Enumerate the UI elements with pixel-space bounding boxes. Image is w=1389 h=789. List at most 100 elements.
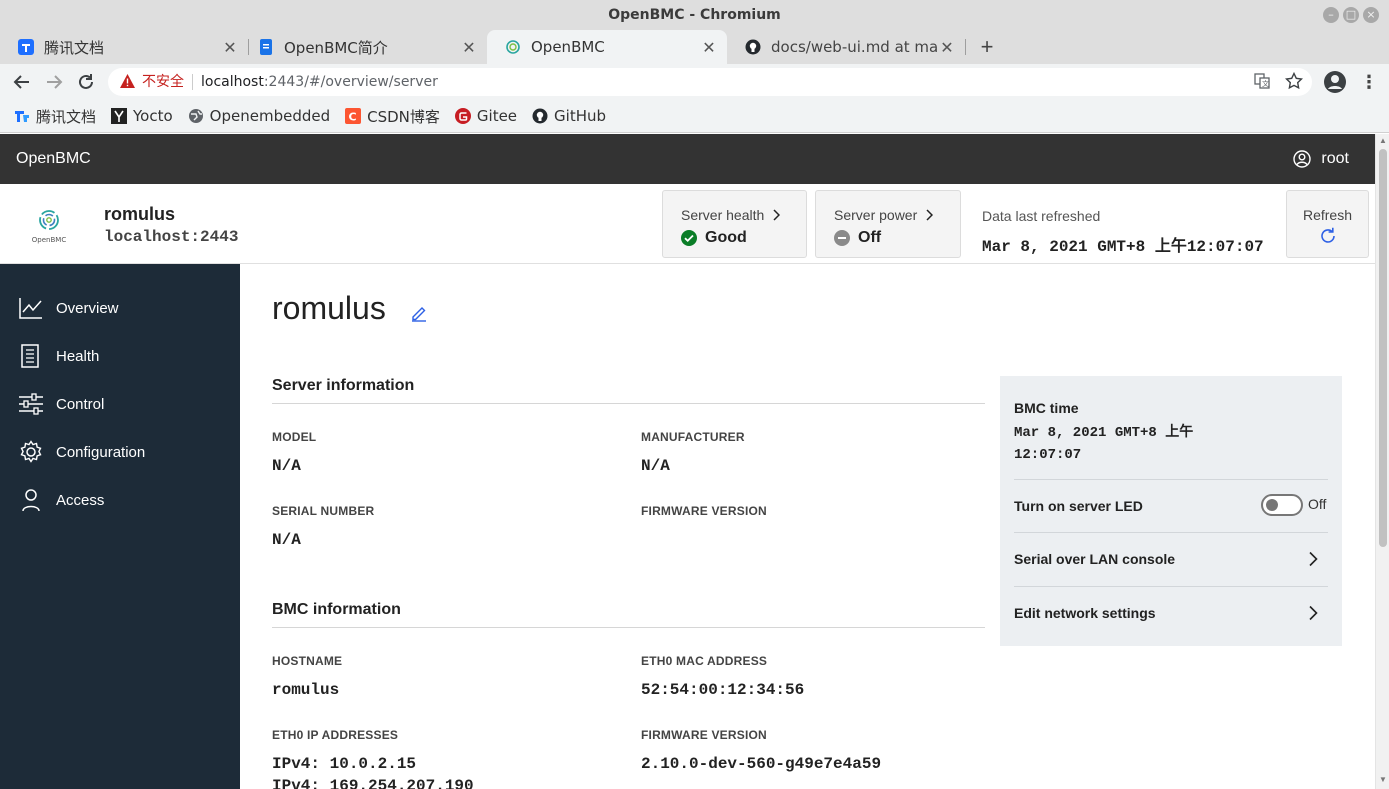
tab-openbmc-intro[interactable]: OpenBMC简介 ✕ — [240, 30, 487, 64]
user-icon — [22, 489, 40, 512]
new-tab-button[interactable]: + — [976, 30, 998, 64]
sidebar-item-label: Access — [56, 491, 105, 509]
translate-icon[interactable]: 文 — [1254, 73, 1270, 93]
user-menu[interactable]: root — [1293, 134, 1349, 184]
ip-address-value: IPv4: 10.0.2.15 — [272, 755, 417, 773]
server-info-title: Server information — [272, 377, 415, 394]
warning-icon[interactable] — [120, 74, 135, 93]
report-icon — [21, 344, 39, 368]
server-power-card[interactable]: Server power Off — [815, 190, 961, 258]
sidebar-item-overview[interactable]: Overview — [0, 284, 240, 332]
serial-number-value: N/A — [272, 531, 301, 549]
server-led-toggle[interactable] — [1261, 494, 1303, 516]
app-sidebar: Overview Health Control Configuration Ac… — [0, 264, 240, 789]
user-circle-icon — [1293, 150, 1312, 168]
tab-close-icon[interactable]: ✕ — [939, 38, 955, 57]
openbmc-logo: OpenBMC — [30, 206, 70, 246]
server-power-label: Server power — [834, 207, 918, 223]
network-settings-link[interactable]: Edit network settings — [1014, 605, 1156, 621]
security-status-label[interactable]: 不安全 — [142, 68, 184, 96]
pencil-edit-icon[interactable] — [410, 304, 428, 327]
chevron-right-icon[interactable] — [1308, 605, 1318, 621]
doc-icon — [258, 39, 274, 55]
forward-arrow-icon[interactable] — [42, 70, 66, 94]
page-title: romulus — [272, 290, 386, 326]
manufacturer-label: MANUFACTURER — [641, 430, 745, 444]
tab-openbmc[interactable]: OpenBMC ✕ — [487, 30, 727, 64]
host-address: localhost:2443 — [104, 228, 239, 246]
bookmark-gitee[interactable]: Gitee — [454, 107, 517, 125]
tab-label: OpenBMC简介 — [284, 38, 388, 57]
chart-line-icon — [19, 298, 42, 319]
minimize-button[interactable]: – — [1323, 7, 1339, 23]
sliders-icon — [19, 393, 43, 415]
bookmark-label: Yocto — [133, 107, 173, 125]
tab-close-icon[interactable]: ✕ — [461, 38, 477, 57]
bmc-firmware-label: FIRMWARE VERSION — [641, 728, 767, 742]
csdn-icon: C — [345, 108, 362, 124]
browser-menu-icon[interactable]: ⋮ — [1360, 70, 1378, 94]
refresh-button[interactable]: Refresh — [1286, 190, 1369, 258]
scrollbar-thumb[interactable] — [1379, 149, 1387, 547]
bmc-time-line: 12:07:07 — [1014, 447, 1082, 463]
bookmark-label: Openembedded — [209, 107, 331, 125]
hostname-label: HOSTNAME — [272, 654, 343, 668]
sidebar-item-label: Overview — [56, 299, 119, 317]
bookmark-star-icon[interactable] — [1284, 71, 1304, 94]
section-divider — [272, 403, 985, 404]
server-health-value: Good — [705, 229, 747, 246]
scroll-down-icon[interactable]: ▼ — [1379, 776, 1387, 784]
sidebar-item-access[interactable]: Access — [0, 476, 240, 524]
mac-address-label: ETH0 MAC ADDRESS — [641, 654, 768, 668]
chevron-right-icon[interactable] — [1308, 551, 1318, 567]
sol-console-link[interactable]: Serial over LAN console — [1014, 551, 1175, 567]
address-bar[interactable]: 不安全 localhost:2443/#/overview/server 文 — [108, 68, 1312, 96]
sidebar-item-control[interactable]: Control — [0, 380, 240, 428]
manufacturer-value: N/A — [641, 457, 670, 475]
window-titlebar: OpenBMC - Chromium – □ × — [0, 0, 1389, 30]
profile-avatar-icon[interactable] — [1323, 70, 1347, 94]
tencent-docs-icon — [14, 108, 30, 124]
page-viewport: OpenBMC root OpenBMC romulus localhost:2… — [0, 134, 1389, 789]
bookmark-yocto[interactable]: Yocto — [111, 107, 173, 125]
server-firmware-label: FIRMWARE VERSION — [641, 504, 767, 518]
bookmark-openembedded[interactable]: Openembedded — [188, 107, 330, 125]
tab-tencent-docs[interactable]: 腾讯文档 ✕ — [0, 30, 248, 64]
maximize-button[interactable]: □ — [1343, 7, 1359, 23]
browser-toolbar: 不安全 localhost:2443/#/overview/server 文 ⋮ — [0, 64, 1389, 100]
tab-close-icon[interactable]: ✕ — [701, 38, 717, 57]
svg-text:文: 文 — [1262, 79, 1269, 88]
gear-icon — [20, 440, 42, 463]
bookmark-tencent-docs[interactable]: 腾讯文档 — [14, 106, 96, 127]
yocto-icon — [111, 108, 128, 124]
server-health-label: Server health — [681, 207, 765, 223]
sidebar-item-health[interactable]: Health — [0, 332, 240, 380]
user-name: root — [1321, 150, 1349, 167]
window-title: OpenBMC - Chromium — [608, 7, 781, 23]
model-value: N/A — [272, 457, 301, 475]
scroll-up-icon[interactable]: ▲ — [1379, 137, 1387, 145]
page-scrollbar[interactable]: ▲ ▼ — [1375, 134, 1389, 789]
close-window-button[interactable]: × — [1363, 7, 1379, 23]
server-power-value: Off — [858, 229, 882, 246]
tab-label: OpenBMC — [531, 38, 605, 56]
tab-github-docs[interactable]: docs/web-ui.md at master ✕ — [727, 30, 965, 64]
bookmark-label: GitHub — [554, 107, 607, 125]
url-text[interactable]: localhost:2443/#/overview/server — [201, 68, 438, 96]
main-content: romulus Server information MODEL N/A MAN… — [240, 264, 1375, 789]
quick-links-panel: BMC time Mar 8, 2021 GMT+8 上午 12:07:07 T… — [1000, 376, 1342, 646]
tab-close-icon[interactable]: ✕ — [222, 38, 238, 57]
bookmark-csdn[interactable]: C CSDN博客 — [345, 106, 440, 127]
server-health-card[interactable]: Server health Good — [662, 190, 807, 258]
bookmark-label: 腾讯文档 — [36, 107, 97, 126]
model-label: MODEL — [272, 430, 317, 444]
sidebar-item-configuration[interactable]: Configuration — [0, 428, 240, 476]
app-brand[interactable]: OpenBMC — [16, 134, 91, 184]
back-arrow-icon[interactable] — [10, 70, 34, 94]
toggle-knob — [1266, 499, 1278, 511]
refresh-label: Refresh — [1302, 207, 1353, 223]
host-name: romulus — [104, 204, 176, 224]
reload-icon[interactable] — [74, 70, 98, 94]
bmc-info-title: BMC information — [272, 601, 401, 618]
bookmark-github[interactable]: GitHub — [532, 107, 606, 125]
